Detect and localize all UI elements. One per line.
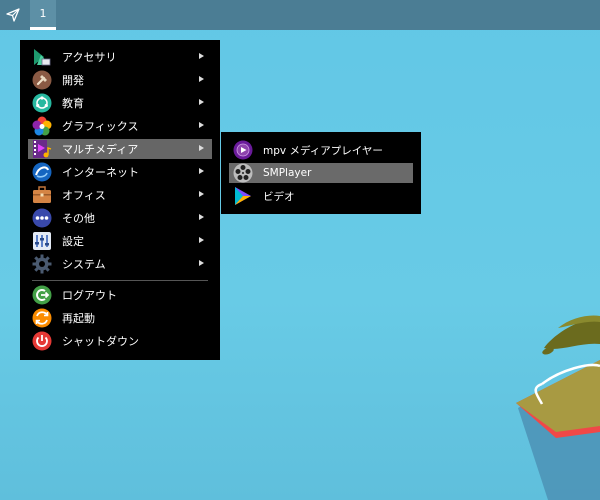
send-icon bbox=[6, 8, 20, 22]
settings-icon bbox=[32, 231, 52, 251]
graphics-icon bbox=[32, 116, 52, 136]
menu-separator bbox=[32, 280, 208, 281]
submenu-arrow-icon bbox=[199, 145, 204, 151]
submenu-arrow-icon bbox=[199, 53, 204, 59]
menu-item-internet[interactable]: インターネット bbox=[28, 162, 212, 182]
menu-item-reboot[interactable]: 再起動 bbox=[28, 308, 212, 328]
menu-item-accessories[interactable]: アクセサリ bbox=[28, 47, 212, 67]
menu-item-system[interactable]: システム bbox=[28, 254, 212, 274]
wallpaper-island-graphic bbox=[516, 315, 600, 500]
menu-item-other[interactable]: その他 bbox=[28, 208, 212, 228]
submenu-item-smplayer[interactable]: SMPlayer bbox=[229, 163, 413, 183]
workspace-label: 1 bbox=[39, 7, 47, 20]
submenu-arrow-icon bbox=[199, 168, 204, 174]
submenu-arrow-icon bbox=[199, 76, 204, 82]
multimedia-submenu: mpv メディアプレイヤー SMPlayer ビデオ bbox=[221, 132, 421, 214]
development-icon bbox=[32, 70, 52, 90]
logout-icon bbox=[32, 285, 52, 305]
menu-item-office[interactable]: オフィス bbox=[28, 185, 212, 205]
video-play-icon bbox=[233, 186, 253, 206]
power-icon bbox=[32, 331, 52, 351]
education-icon bbox=[32, 93, 52, 113]
other-icon bbox=[32, 208, 52, 228]
launcher-button[interactable] bbox=[0, 0, 26, 30]
menu-item-education[interactable]: 教育 bbox=[28, 93, 212, 113]
mpv-icon bbox=[233, 140, 253, 160]
taskbar: 1 bbox=[0, 0, 600, 30]
submenu-arrow-icon bbox=[199, 237, 204, 243]
menu-item-graphics[interactable]: グラフィックス bbox=[28, 116, 212, 136]
smplayer-film-reel-icon bbox=[233, 163, 253, 183]
submenu-item-video[interactable]: ビデオ bbox=[229, 186, 413, 206]
menu-item-logout[interactable]: ログアウト bbox=[28, 285, 212, 305]
accessories-icon bbox=[32, 47, 52, 67]
menu-item-development[interactable]: 開発 bbox=[28, 70, 212, 90]
submenu-arrow-icon bbox=[199, 260, 204, 266]
workspace-button[interactable]: 1 bbox=[30, 0, 56, 30]
submenu-arrow-icon bbox=[199, 99, 204, 105]
submenu-arrow-icon bbox=[199, 214, 204, 220]
office-icon bbox=[32, 185, 52, 205]
menu-item-settings[interactable]: 設定 bbox=[28, 231, 212, 251]
submenu-arrow-icon bbox=[199, 122, 204, 128]
multimedia-icon bbox=[32, 139, 52, 159]
reboot-icon bbox=[32, 308, 52, 328]
application-menu: アクセサリ 開発 教育 グラフィックス マルチメディア インターネット オフィス… bbox=[20, 40, 220, 360]
submenu-arrow-icon bbox=[199, 191, 204, 197]
menu-item-shutdown[interactable]: シャットダウン bbox=[28, 331, 212, 351]
system-gear-icon bbox=[32, 254, 52, 274]
internet-icon bbox=[32, 162, 52, 182]
menu-item-multimedia[interactable]: マルチメディア bbox=[28, 139, 212, 159]
submenu-item-mpv[interactable]: mpv メディアプレイヤー bbox=[229, 140, 413, 160]
